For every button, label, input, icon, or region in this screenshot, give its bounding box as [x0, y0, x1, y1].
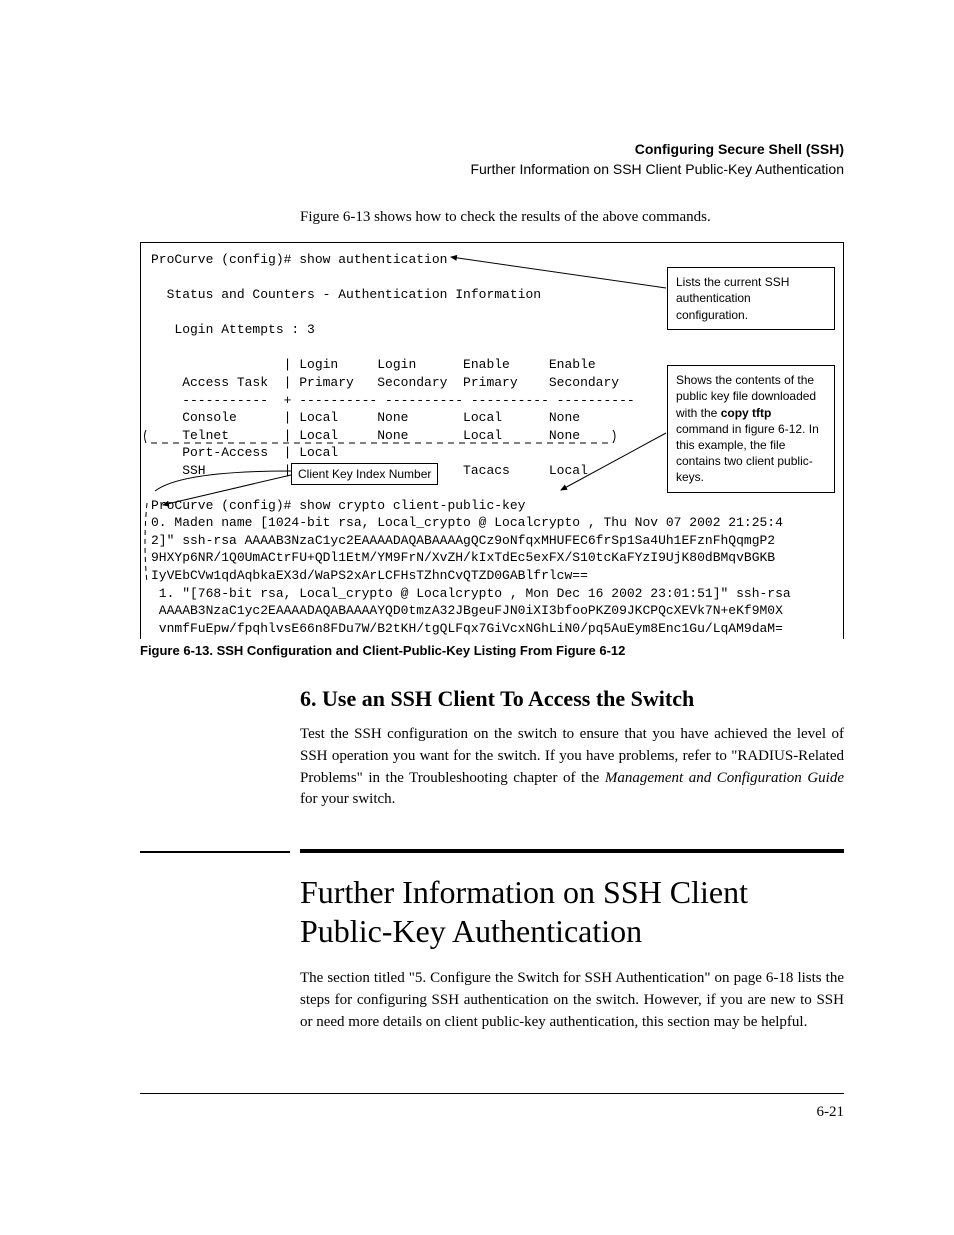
terminal-line: ProCurve (config)# show crypto client-pu… [151, 497, 837, 515]
terminal-line: ProCurve (config)# show authentication [151, 251, 837, 269]
header-title: Configuring Secure Shell (SSH) [140, 140, 844, 160]
footer-rule [140, 1093, 844, 1094]
section-6-body: Test the SSH configuration on the switch… [300, 724, 844, 811]
figure-caption: Figure 6-13. SSH Configuration and Clien… [140, 643, 844, 658]
callout-keyfile: Shows the contents of the public key fil… [667, 365, 835, 492]
terminal-line: IyVEbCVw1qdAqbkaEX3d/WaPS2xArLCFHsTZhnCv… [151, 567, 837, 585]
terminal-line: 1. "[768-bit rsa, Local_crypto @ Localcr… [151, 585, 837, 603]
main-title: Further Information on SSH Client Public… [300, 873, 844, 950]
callout-auth-config: Lists the current SSH authentication con… [667, 267, 835, 330]
terminal-figure: ProCurve (config)# show authentication S… [140, 242, 844, 639]
terminal-line: 0. Maden name [1024-bit rsa, Local_crypt… [151, 514, 837, 532]
terminal-line: 9HXYp6NR/1Q0UmACtrFU+QDl1EtM/YM9FrN/XvZH… [151, 549, 837, 567]
main-body: The section titled "5. Configure the Swi… [300, 968, 844, 1033]
section-divider [140, 849, 844, 853]
section-title-6: 6. Use an SSH Client To Access the Switc… [300, 686, 844, 712]
header-subtitle: Further Information on SSH Client Public… [140, 160, 844, 180]
callout-index-label: Client Key Index Number [291, 463, 438, 485]
terminal-line: AAAAB3NzaC1yc2EAAAADAQABAAAAYQD0tmzA32JB… [151, 602, 837, 620]
terminal-line: 2]" ssh-rsa AAAAB3NzaC1yc2EAAAADAQABAAAA… [151, 532, 837, 550]
intro-text: Figure 6-13 shows how to check the resul… [300, 207, 844, 228]
terminal-line: vnmfFuEpw/fpqhlvsE66n8FDu7W/B2tKH/tgQLFq… [151, 620, 837, 638]
page-number: 6-21 [140, 1104, 844, 1121]
page-header: Configuring Secure Shell (SSH) Further I… [140, 140, 844, 179]
